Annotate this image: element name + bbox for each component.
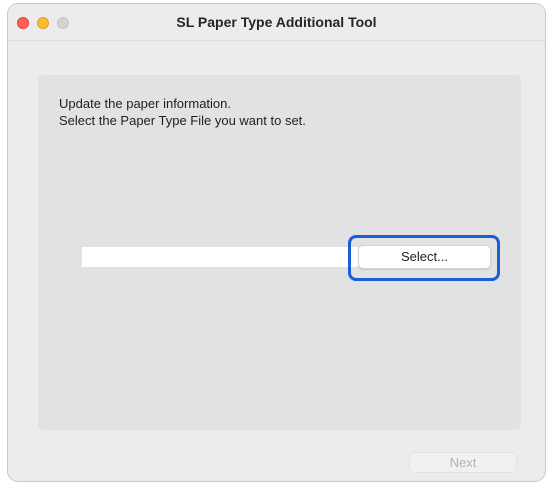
next-button[interactable]: Next	[409, 452, 517, 473]
paper-type-file-path-field[interactable]	[82, 247, 358, 267]
title-bar[interactable]: SL Paper Type Additional Tool	[8, 4, 545, 41]
instruction-line-2: Select the Paper Type File you want to s…	[59, 113, 306, 128]
instructions-text: Update the paper information. Select the…	[59, 95, 306, 129]
app-window: SL Paper Type Additional Tool Update the…	[7, 3, 546, 482]
instruction-line-1: Update the paper information.	[59, 96, 231, 111]
select-file-button[interactable]: Select...	[358, 245, 491, 269]
window-title: SL Paper Type Additional Tool	[176, 14, 377, 30]
